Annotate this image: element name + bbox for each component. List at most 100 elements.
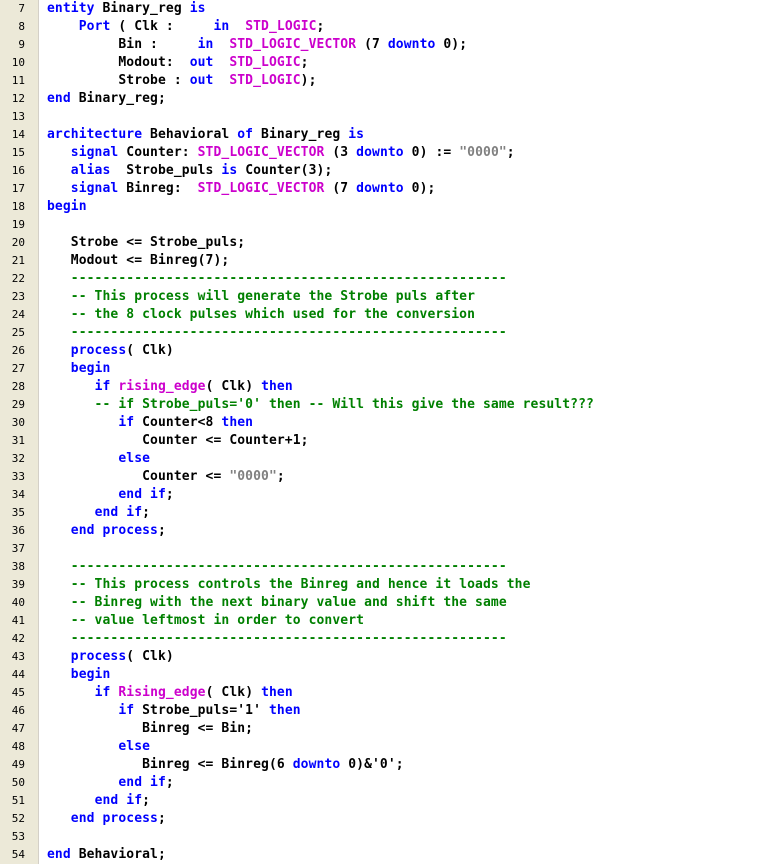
code-line[interactable]: 20 Strobe <= Strobe_puls;	[0, 234, 777, 252]
code-line[interactable]: 8 Port ( Clk : in STD_LOGIC;	[0, 18, 777, 36]
code-line[interactable]: 27 begin	[0, 360, 777, 378]
code-line[interactable]: 54 end Behavioral;	[0, 846, 777, 864]
line-number: 33	[11, 470, 25, 483]
code-line[interactable]: 45 if Rising_edge( Clk) then	[0, 684, 777, 702]
keyword-token: process	[70, 343, 127, 358]
code-line[interactable]: 7 entity Binary_reg is	[0, 0, 777, 18]
code-line[interactable]: 46 if Strobe_puls='1' then	[0, 702, 777, 720]
code-line[interactable]: 9 Bin : in STD_LOGIC_VECTOR (7 downto 0)…	[0, 36, 777, 54]
code-line[interactable]: 26 process( Clk)	[0, 342, 777, 360]
code-line[interactable]: 43 process( Clk)	[0, 648, 777, 666]
line-text: -- the 8 clock pulses which used for the…	[47, 306, 475, 324]
line-text: process( Clk)	[47, 648, 174, 666]
code-line[interactable]: 48 else	[0, 738, 777, 756]
code-line[interactable]: 37	[0, 540, 777, 558]
code-line[interactable]: 28 if rising_edge( Clk) then	[0, 378, 777, 396]
code-line[interactable]: 30 if Counter<8 then	[0, 414, 777, 432]
code-line[interactable]: 23 -- This process will generate the Str…	[0, 288, 777, 306]
code-token: Counter<8	[134, 415, 222, 430]
keyword-token: end if	[118, 775, 166, 790]
line-text: process( Clk)	[47, 342, 174, 360]
code-line[interactable]: 53	[0, 828, 777, 846]
code-line[interactable]: 17 signal Binreg: STD_LOGIC_VECTOR (7 do…	[0, 180, 777, 198]
code-token: Modout <= Binreg(7);	[47, 253, 230, 268]
keyword-token: then	[261, 685, 293, 700]
code-line[interactable]: 51 end if;	[0, 792, 777, 810]
code-token: Strobe <= Strobe_puls;	[47, 235, 246, 250]
line-number: 43	[11, 650, 25, 663]
code-token: Strobe_puls='1'	[134, 703, 269, 718]
code-line[interactable]: 11 Strobe : out STD_LOGIC);	[0, 72, 777, 90]
code-token: (3	[324, 145, 357, 160]
line-number: 40	[11, 596, 25, 609]
line-text: begin	[47, 360, 111, 378]
type-token: STD_LOGIC	[245, 19, 317, 34]
code-line[interactable]: 49 Binreg <= Binreg(6 downto 0)&'0';	[0, 756, 777, 774]
line-number: 42	[11, 632, 25, 645]
line-text: -- Binreg with the next binary value and…	[47, 594, 507, 612]
code-line[interactable]: 21 Modout <= Binreg(7);	[0, 252, 777, 270]
line-text: if rising_edge( Clk) then	[47, 378, 293, 396]
line-number: 34	[11, 488, 25, 501]
type-token: STD_LOGIC	[229, 73, 301, 88]
code-area[interactable]: 7 entity Binary_reg is 8 Port ( Clk : in S…	[0, 0, 777, 864]
line-text: end Behavioral;	[47, 846, 166, 864]
code-line[interactable]: 36 end process;	[0, 522, 777, 540]
keyword-token: end if	[94, 793, 143, 808]
keyword-token: if	[94, 379, 111, 394]
line-text: end if;	[47, 504, 150, 522]
code-line[interactable]: 34 end if;	[0, 486, 777, 504]
line-text: else	[47, 450, 150, 468]
code-line[interactable]: 18 begin	[0, 198, 777, 216]
code-line[interactable]: 31 Counter <= Counter+1;	[0, 432, 777, 450]
operator-token: );	[300, 73, 317, 88]
code-line[interactable]: 52 end process;	[0, 810, 777, 828]
line-number: 7	[18, 2, 25, 15]
code-line[interactable]: 10 Modout: out STD_LOGIC;	[0, 54, 777, 72]
code-token: ( Clk :	[110, 19, 214, 34]
code-editor[interactable]: 7 entity Binary_reg is 8 Port ( Clk : in S…	[0, 0, 777, 864]
keyword-token: then	[261, 379, 293, 394]
line-text: -- This process controls the Binreg and …	[47, 576, 531, 594]
code-line[interactable]: 33 Counter <= "0000";	[0, 468, 777, 486]
code-line[interactable]: 44 begin	[0, 666, 777, 684]
code-line[interactable]: 19	[0, 216, 777, 234]
code-token: (7	[356, 37, 388, 52]
line-number: 50	[11, 776, 25, 789]
type-token: STD_LOGIC	[229, 55, 301, 70]
code-line[interactable]: 50 end if;	[0, 774, 777, 792]
line-text: end if;	[47, 774, 174, 792]
code-line[interactable]: 41 -- value leftmost in order to convert	[0, 612, 777, 630]
line-number: 16	[11, 164, 25, 177]
code-line[interactable]: 25 -------------------------------------…	[0, 324, 777, 342]
code-line[interactable]: 13	[0, 108, 777, 126]
code-token: Binary_reg;	[70, 91, 166, 106]
line-number: 45	[11, 686, 25, 699]
code-line[interactable]: 12 end Binary_reg;	[0, 90, 777, 108]
code-line[interactable]: 47 Binreg <= Bin;	[0, 720, 777, 738]
keyword-token: downto	[356, 181, 404, 196]
code-line[interactable]: 32 else	[0, 450, 777, 468]
line-text: signal Counter: STD_LOGIC_VECTOR (3 down…	[47, 144, 515, 162]
code-line[interactable]: 14 architecture Behavioral of Binary_reg …	[0, 126, 777, 144]
code-line[interactable]: 16 alias Strobe_puls is Counter(3);	[0, 162, 777, 180]
code-line[interactable]: 39 -- This process controls the Binreg a…	[0, 576, 777, 594]
code-line[interactable]: 15 signal Counter: STD_LOGIC_VECTOR (3 d…	[0, 144, 777, 162]
line-number: 26	[11, 344, 25, 357]
line-number: 52	[11, 812, 25, 825]
keyword-token: is	[189, 1, 206, 16]
keyword-token: alias	[70, 163, 111, 178]
code-line[interactable]: 42 -------------------------------------…	[0, 630, 777, 648]
code-line[interactable]: 40 -- Binreg with the next binary value …	[0, 594, 777, 612]
code-line[interactable]: 35 end if;	[0, 504, 777, 522]
code-line[interactable]: 38 -------------------------------------…	[0, 558, 777, 576]
keyword-token: if	[118, 415, 135, 430]
code-line[interactable]: 22 -------------------------------------…	[0, 270, 777, 288]
code-line[interactable]: 29 -- if Strobe_puls='0' then -- Will th…	[0, 396, 777, 414]
code-line[interactable]: 24 -- the 8 clock pulses which used for …	[0, 306, 777, 324]
line-text: Bin : in STD_LOGIC_VECTOR (7 downto 0);	[47, 36, 467, 54]
operator-token: ;	[165, 487, 174, 502]
